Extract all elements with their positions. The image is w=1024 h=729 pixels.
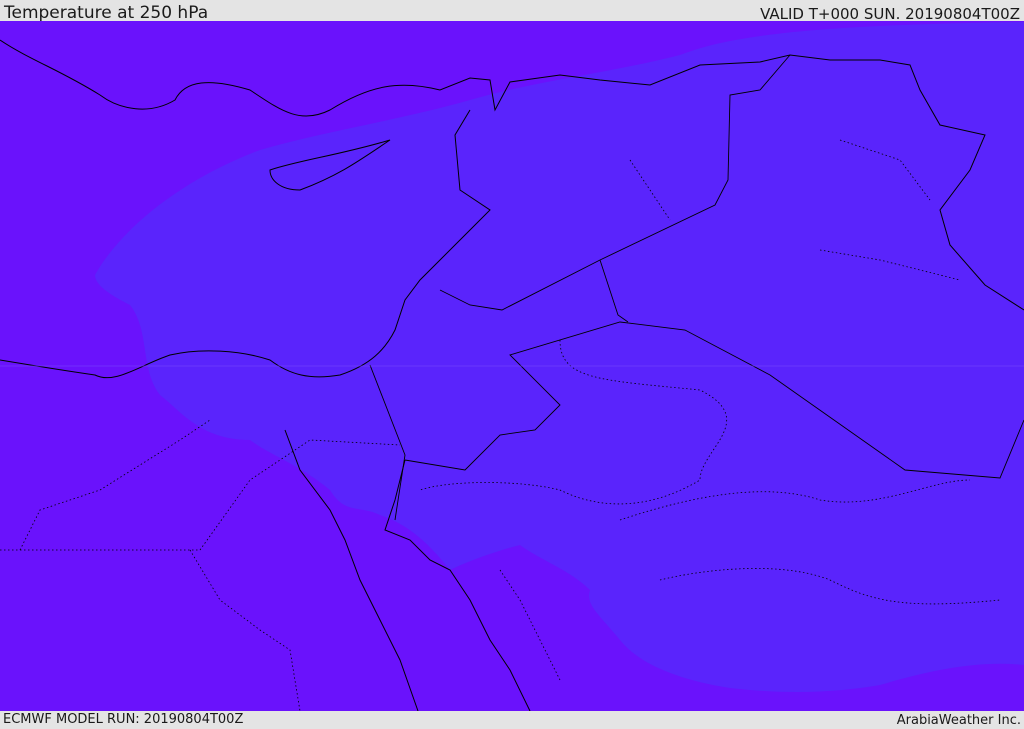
footer-bar: ECMWF MODEL RUN: 20190804T00Z ArabiaWeat…: [0, 711, 1024, 729]
brand-credit: ArabiaWeather Inc.: [896, 713, 1021, 728]
map-title: Temperature at 250 hPa: [4, 3, 209, 23]
model-run: ECMWF MODEL RUN: 20190804T00Z: [3, 712, 244, 727]
header-bar: Temperature at 250 hPa VALID T+000 SUN. …: [0, 0, 1024, 23]
temperature-map: [0, 21, 1024, 711]
